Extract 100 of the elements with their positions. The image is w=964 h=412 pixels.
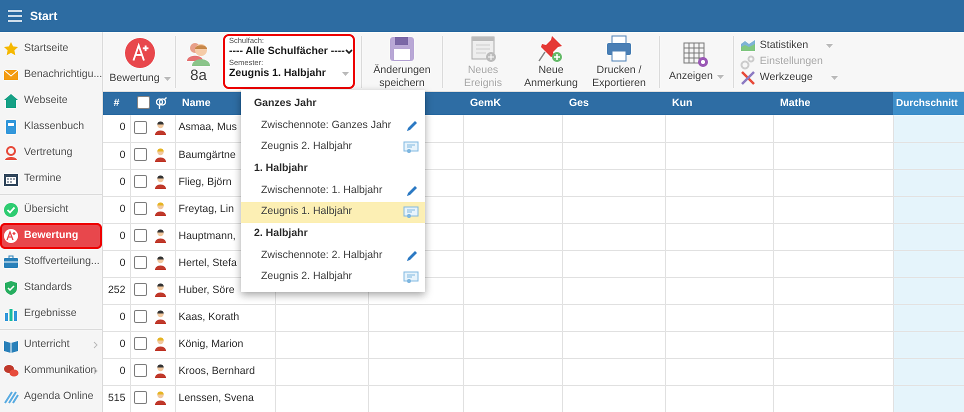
column-header: Mathe bbox=[780, 96, 810, 109]
caret-icon bbox=[830, 76, 838, 80]
tools-icon bbox=[740, 70, 756, 86]
checkbox[interactable] bbox=[134, 364, 146, 378]
checkbox[interactable] bbox=[134, 310, 146, 324]
table-cell: 0 bbox=[120, 364, 126, 377]
sidebar-item[interactable]: Benachrichtigu... bbox=[0, 62, 102, 88]
toolbar-button[interactable]: Drucken / Exportieren bbox=[585, 36, 653, 88]
calendar-icon bbox=[3, 171, 19, 187]
student-name: Freytag, Lin bbox=[178, 202, 234, 215]
sidebar-item[interactable]: Standards bbox=[0, 275, 102, 301]
checkbox[interactable] bbox=[134, 337, 146, 350]
column-header: # bbox=[114, 96, 120, 109]
sidebar-item[interactable]: Kommunikation bbox=[0, 358, 102, 384]
caret-icon bbox=[342, 72, 349, 76]
table-cell: 0 bbox=[120, 310, 126, 323]
menu-item[interactable]: Zeugnis 2. Halbjahr bbox=[241, 266, 425, 288]
shield-icon bbox=[3, 280, 19, 296]
sidebar-item[interactable]: Agenda Online bbox=[0, 384, 102, 410]
checkbox[interactable] bbox=[134, 202, 146, 216]
toolbar-menu-item[interactable]: Statistiken bbox=[740, 38, 838, 54]
table-cell: 0 bbox=[120, 176, 126, 188]
caret-icon bbox=[826, 44, 834, 48]
student-name: Hauptmann, bbox=[178, 230, 236, 242]
checkbox[interactable] bbox=[134, 175, 146, 188]
sidebar-item[interactable]: Ergebnisse bbox=[0, 301, 102, 327]
menu-group-header: Ganzes Jahr bbox=[253, 96, 318, 112]
toolbar-button[interactable]: Anzeigen bbox=[666, 36, 727, 88]
checkbox[interactable] bbox=[134, 283, 146, 296]
menu-item[interactable]: Zeugnis 1. Halbjahr bbox=[241, 202, 425, 223]
app-title: Start bbox=[30, 8, 58, 25]
menu-icon[interactable] bbox=[8, 10, 22, 22]
table-cell: 252 bbox=[108, 284, 126, 296]
student-name: Flieg, Björn bbox=[178, 176, 232, 188]
briefcase-icon bbox=[3, 254, 19, 270]
column-header: Kun bbox=[672, 96, 692, 109]
checkbox[interactable] bbox=[134, 391, 146, 404]
certificate-icon bbox=[403, 270, 419, 284]
caret-icon bbox=[164, 76, 171, 80]
area-chart-icon bbox=[740, 38, 756, 54]
semester-select[interactable]: Zeugnis 1. Halbjahr bbox=[229, 67, 349, 81]
check-circle-icon bbox=[3, 202, 19, 218]
book-icon bbox=[3, 119, 19, 135]
table-cell: 0 bbox=[120, 256, 126, 269]
student-name: Asmaa, Mus bbox=[178, 121, 237, 134]
sidebar-item[interactable]: Vertretung bbox=[0, 140, 102, 166]
toolbar-button[interactable]: Änderungen speichern bbox=[368, 36, 436, 88]
table-cell: 0 bbox=[120, 202, 126, 215]
sidebar-item[interactable]: Termine bbox=[0, 166, 102, 192]
table-cell: 0 bbox=[120, 121, 126, 134]
certificate-icon bbox=[403, 206, 419, 219]
mode-button[interactable]: Bewertung bbox=[105, 36, 175, 88]
student-name: Lenssen, Svena bbox=[178, 392, 254, 404]
menu-item[interactable]: Zwischennote: 2. Halbjahr bbox=[241, 245, 425, 266]
table-cell: 515 bbox=[108, 392, 126, 404]
chevron-right-icon bbox=[93, 341, 98, 349]
sidebar-item[interactable]: Startseite bbox=[0, 36, 102, 62]
house-icon bbox=[3, 93, 19, 109]
star-icon bbox=[3, 41, 19, 57]
stripes-icon bbox=[3, 389, 19, 405]
column-header: GemK bbox=[470, 96, 501, 109]
sidebar-item[interactable]: Übersicht bbox=[0, 197, 102, 223]
menu-item[interactable]: Zwischennote: 1. Halbjahr bbox=[241, 180, 425, 202]
table-cell: 0 bbox=[120, 338, 126, 350]
certificate-icon bbox=[403, 140, 419, 154]
class-button[interactable]: 8a bbox=[175, 36, 221, 88]
menu-item[interactable]: Zwischennote: Ganzes Jahr bbox=[241, 115, 425, 136]
checkbox[interactable] bbox=[137, 96, 150, 110]
checkbox[interactable] bbox=[134, 121, 146, 134]
menu-item[interactable]: Zeugnis 2. Halbjahr bbox=[241, 136, 425, 158]
student-name: König, Marion bbox=[178, 338, 244, 350]
grade-icon bbox=[125, 38, 155, 68]
checkbox[interactable] bbox=[134, 256, 146, 270]
grade-icon bbox=[3, 228, 19, 244]
envelope-icon bbox=[3, 67, 19, 83]
chevron-down-icon bbox=[344, 49, 353, 56]
speech-bubbles-icon bbox=[3, 363, 19, 379]
sidebar-item[interactable]: Webseite bbox=[0, 88, 102, 114]
toolbar-menu-item[interactable]: Werkzeuge bbox=[740, 70, 838, 86]
gender-icon bbox=[155, 96, 167, 109]
gears-icon bbox=[740, 54, 756, 70]
student-name: Baumgärtne bbox=[178, 148, 236, 161]
subject-select[interactable]: ---- Alle Schulfächer ---- bbox=[229, 45, 349, 59]
column-header: Ges bbox=[569, 96, 589, 109]
sidebar-item[interactable]: Stoffverteilung... bbox=[0, 249, 102, 275]
menu-group-header: 1. Halbjahr bbox=[253, 161, 309, 176]
sidebar-item[interactable]: Unterricht bbox=[0, 332, 102, 358]
pencil-icon bbox=[405, 248, 419, 263]
checkbox[interactable] bbox=[134, 148, 146, 162]
sidebar-item[interactable]: Bewertung bbox=[0, 223, 102, 249]
checkbox[interactable] bbox=[134, 229, 146, 242]
pencil-icon bbox=[405, 184, 419, 198]
bar-chart-icon bbox=[3, 306, 19, 322]
caret-icon bbox=[716, 74, 724, 78]
toolbar-button[interactable]: Neue Anmerkung bbox=[517, 36, 585, 88]
sidebar-item[interactable]: Klassenbuch bbox=[0, 114, 102, 140]
chevron-right-icon bbox=[93, 367, 98, 375]
person-circle-icon bbox=[3, 145, 19, 161]
column-header: Name bbox=[182, 96, 211, 109]
table-cell: 0 bbox=[120, 230, 126, 242]
